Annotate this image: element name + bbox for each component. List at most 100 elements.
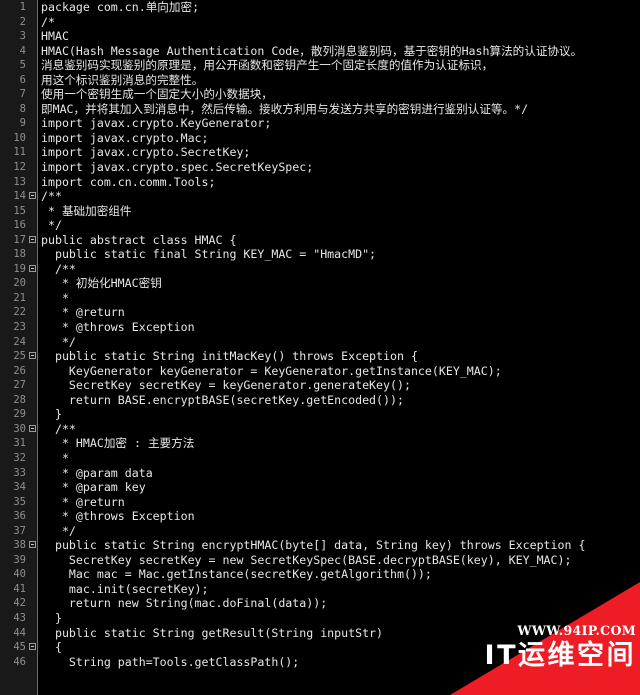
code-fold-toggle-icon[interactable] — [29, 425, 36, 433]
line-number: 17 — [13, 233, 26, 246]
code-line-text: /** — [41, 421, 76, 436]
code-editor: 1 package com.cn.单向加密; 2 /* 3 HMAC 4 HMAC(Hash … — [0, 0, 640, 695]
code-line-text: /** — [41, 189, 62, 204]
code-fold-toggle-icon[interactable] — [29, 643, 36, 651]
line-number: 35 — [13, 495, 26, 508]
code-line[interactable]: 31 * HMAC加密 : 主要方法 — [0, 436, 640, 451]
code-line[interactable]: 36 * @throws Exception — [0, 509, 640, 524]
code-line[interactable]: 24 */ — [0, 335, 640, 350]
code-line[interactable]: 25 public static String initMacKey() thr… — [0, 349, 640, 364]
code-line[interactable]: 14 /** — [0, 189, 640, 204]
code-line[interactable]: 33 * @param data — [0, 466, 640, 481]
code-line-text: KeyGenerator keyGenerator = KeyGenerator… — [41, 363, 502, 378]
code-line-text: * @return — [41, 305, 125, 320]
code-line[interactable]: 19 /** — [0, 262, 640, 277]
line-number: 33 — [13, 466, 26, 479]
code-line[interactable]: 44 public static String getResult(String… — [0, 626, 640, 641]
code-line[interactable]: 20 * 初始化HMAC密钥 — [0, 276, 640, 291]
line-number: 3 — [19, 30, 26, 43]
line-number: 13 — [13, 175, 26, 188]
code-line[interactable]: 16 */ — [0, 218, 640, 233]
code-line[interactable]: 13 import com.cn.comm.Tools; — [0, 175, 640, 190]
line-number: 22 — [13, 306, 26, 319]
code-line-text: 用这个标识鉴别消息的完整性。 — [41, 72, 204, 87]
code-line[interactable]: 10 import javax.crypto.Mac; — [0, 131, 640, 146]
code-line-text: HMAC(Hash Message Authentication Code，散列… — [41, 43, 583, 58]
code-line-text: SecretKey secretKey = new SecretKeySpec(… — [41, 552, 572, 567]
line-number: 12 — [13, 161, 26, 174]
code-line[interactable]: 18 public static final String KEY_MAC = … — [0, 247, 640, 262]
code-line[interactable]: 11 import javax.crypto.SecretKey; — [0, 145, 640, 160]
line-number: 11 — [13, 146, 26, 159]
code-line[interactable]: 17 public abstract class HMAC { — [0, 233, 640, 248]
line-number: 16 — [13, 219, 26, 232]
code-fold-toggle-icon[interactable] — [29, 352, 36, 360]
code-fold-toggle-icon[interactable] — [29, 541, 36, 549]
code-line[interactable]: 12 import javax.crypto.spec.SecretKeySpec… — [0, 160, 640, 175]
code-line-text: 消息鉴别码实现鉴别的原理是，用公开函数和密钥产生一个固定长度的值作为认证标识， — [41, 58, 494, 73]
line-number: 26 — [13, 364, 26, 377]
code-line[interactable]: 43 } — [0, 611, 640, 626]
code-line-text: HMAC — [41, 29, 69, 44]
line-number: 40 — [13, 568, 26, 581]
code-line[interactable]: 8 即MAC，并将其加入到消息中，然后传输。接收方利用与发送方共享的密钥进行鉴别认… — [0, 102, 640, 117]
line-number: 21 — [13, 291, 26, 304]
code-line[interactable]: 45 { — [0, 640, 640, 655]
code-line[interactable]: 46 String path=Tools.getClassPath(); — [0, 655, 640, 670]
line-number: 6 — [19, 73, 26, 86]
line-number: 14 — [13, 190, 26, 203]
code-line[interactable]: 42 return new String(mac.doFinal(data)); — [0, 596, 640, 611]
code-line-text: /* — [41, 14, 55, 29]
code-line[interactable]: 22 * @return — [0, 305, 640, 320]
code-line[interactable]: 15 * 基础加密组件 — [0, 204, 640, 219]
code-line[interactable]: 5 消息鉴别码实现鉴别的原理是，用公开函数和密钥产生一个固定长度的值作为认证标识， — [0, 58, 640, 73]
code-line-text: * 基础加密组件 — [41, 203, 132, 218]
line-number: 2 — [19, 15, 26, 28]
code-fold-toggle-icon[interactable] — [29, 192, 36, 200]
code-line[interactable]: 41 mac.init(secretKey); — [0, 582, 640, 597]
line-number: 20 — [13, 277, 26, 290]
line-number: 5 — [19, 59, 26, 72]
code-fold-toggle-icon[interactable] — [29, 265, 36, 273]
line-number: 31 — [13, 437, 26, 450]
code-line[interactable]: 3 HMAC — [0, 29, 640, 44]
line-number: 1 — [19, 1, 26, 13]
code-line[interactable]: 4 HMAC(Hash Message Authentication Code，散… — [0, 44, 640, 59]
code-line[interactable]: 23 * @throws Exception — [0, 320, 640, 335]
code-line-text: package com.cn.单向加密; — [41, 0, 200, 14]
code-line[interactable]: 26 KeyGenerator keyGenerator = KeyGenera… — [0, 364, 640, 379]
code-line[interactable]: 29 } — [0, 407, 640, 422]
code-fold-toggle-icon[interactable] — [29, 235, 36, 243]
code-line-text: * 初始化HMAC密钥 — [41, 276, 162, 291]
code-line[interactable]: 39 SecretKey secretKey = new SecretKeySp… — [0, 553, 640, 568]
code-line[interactable]: 32 * — [0, 451, 640, 466]
line-number: 28 — [13, 393, 26, 406]
line-number: 34 — [13, 481, 26, 494]
code-line[interactable]: 21 * — [0, 291, 640, 306]
code-line[interactable]: 6 用这个标识鉴别消息的完整性。 — [0, 73, 640, 88]
code-line[interactable]: 34 * @param key — [0, 480, 640, 495]
line-number: 37 — [13, 524, 26, 537]
code-line[interactable]: 1 package com.cn.单向加密; — [0, 0, 640, 15]
code-line[interactable]: 7 使用一个密钥生成一个固定大小的小数据块， — [0, 87, 640, 102]
code-line[interactable]: 37 */ — [0, 524, 640, 539]
code-line[interactable]: 30 /** — [0, 422, 640, 437]
code-line-text: import javax.crypto.KeyGenerator; — [41, 116, 272, 131]
code-line-text: 即MAC，并将其加入到消息中，然后传输。接收方利用与发送方共享的密钥进行鉴别认证… — [41, 101, 529, 116]
line-number: 23 — [13, 321, 26, 334]
code-line[interactable]: 28 return BASE.encryptBASE(secretKey.get… — [0, 393, 640, 408]
line-number: 46 — [13, 655, 26, 668]
line-number: 32 — [13, 451, 26, 464]
code-line-text: * HMAC加密 : 主要方法 — [41, 436, 195, 451]
code-line[interactable]: 38 public static String encryptHMAC(byte… — [0, 538, 640, 553]
code-line[interactable]: 40 Mac mac = Mac.getInstance(secretKey.g… — [0, 567, 640, 582]
code-line[interactable]: 27 SecretKey secretKey = keyGenerator.ge… — [0, 378, 640, 393]
line-number: 19 — [13, 262, 26, 275]
code-line[interactable]: 35 * @return — [0, 495, 640, 510]
code-line[interactable]: 2 /* — [0, 15, 640, 30]
code-line[interactable]: 9 import javax.crypto.KeyGenerator; — [0, 116, 640, 131]
code-line-text: import javax.crypto.Mac; — [41, 130, 209, 145]
line-number: 8 — [19, 102, 26, 115]
code-line-text: public static final String KEY_MAC = "Hm… — [41, 247, 377, 262]
line-number: 44 — [13, 626, 26, 639]
